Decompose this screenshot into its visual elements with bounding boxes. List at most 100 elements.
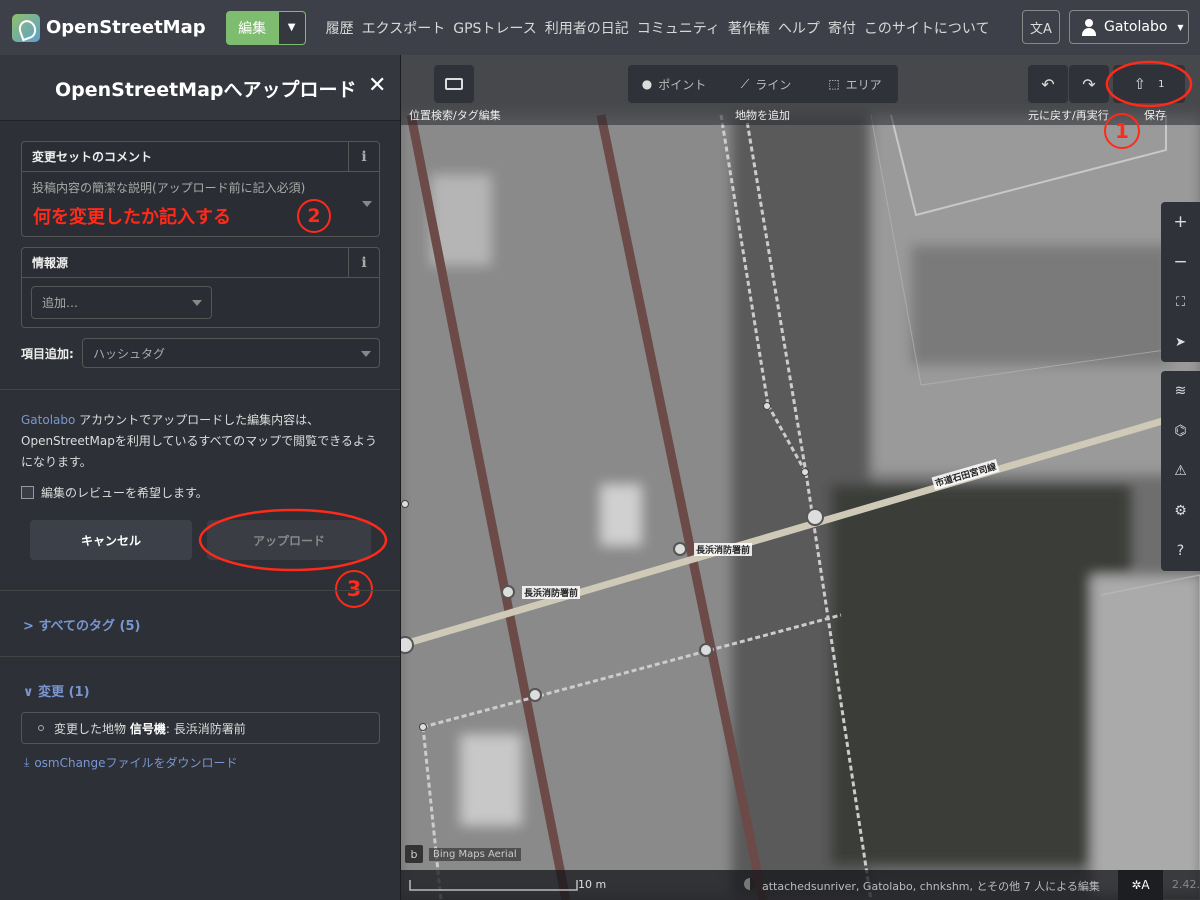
plus-icon: +	[1173, 212, 1188, 232]
undo-icon: ↶	[1041, 74, 1055, 94]
cancel-button[interactable]: キャンセル	[30, 520, 192, 560]
brand[interactable]: OpenStreetMap	[12, 13, 206, 42]
issues-pane-button[interactable]: ⚠	[1161, 451, 1200, 491]
upload-panel: OpenStreetMapへアップロード ✕ 変更セットのコメント i 投稿内容…	[0, 55, 401, 900]
map-controls: + − ⛶ ➤	[1161, 202, 1200, 362]
review-checkbox[interactable]	[21, 486, 34, 499]
account-link[interactable]: Gatolabo	[21, 413, 75, 427]
area-icon: ⬚	[828, 77, 840, 91]
aerial-imagery	[401, 55, 1200, 900]
nav-link-community[interactable]: コミュニティ	[637, 18, 720, 38]
edit-dropdown: 編集 ▼	[225, 10, 306, 45]
info-icon[interactable]: i	[348, 142, 379, 171]
geolocate-button[interactable]: ➤	[1161, 322, 1200, 362]
download-osmchange-link[interactable]: ⤓ osmChangeファイルをダウンロード	[24, 754, 238, 771]
panel-header: OpenStreetMapへアップロード ✕	[0, 55, 400, 121]
edit-button[interactable]: 編集	[225, 10, 279, 45]
translate-icon: 文A	[1030, 21, 1052, 37]
warning-icon: ⚠	[1174, 463, 1187, 479]
source-label: 情報源	[32, 256, 69, 270]
download-icon: ⤓	[24, 755, 30, 769]
annotation-number-2: 2	[297, 199, 331, 233]
user-avatar-icon	[1080, 18, 1098, 36]
comment-label: 変更セットのコメント	[32, 150, 153, 164]
redo-icon: ↷	[1082, 74, 1096, 94]
upload-info-message: アカウントでアップロードした編集内容は、OpenStreetMapを利用している…	[21, 413, 377, 469]
language-button[interactable]: 文A	[1022, 10, 1060, 44]
point-icon: ●	[641, 77, 653, 91]
change-dot-icon	[38, 725, 44, 731]
attribution-icon	[744, 878, 756, 890]
traffic-signal-icon[interactable]	[673, 542, 687, 556]
data-icon: ⌬	[1174, 423, 1187, 439]
upload-info-text: Gatolabo アカウントでアップロードした編集内容は、OpenStreetM…	[21, 410, 386, 473]
hashtag-label: 項目追加:	[21, 347, 74, 361]
preferences-pane-button[interactable]: ⚙	[1161, 491, 1200, 531]
location-arrow-icon: ➤	[1175, 334, 1186, 350]
traffic-signal-icon[interactable]	[699, 643, 713, 657]
annotation-instruction: 何を変更したか記入する	[33, 207, 231, 228]
user-settings-icon: ⚙	[1174, 503, 1187, 519]
review-label: 編集のレビューを希望します。	[41, 486, 208, 500]
signal-label: 長浜消防署前	[522, 586, 581, 599]
edit-caret-icon[interactable]: ▼	[278, 10, 306, 45]
traffic-signal-icon[interactable]	[528, 688, 542, 702]
zoom-out-button[interactable]: −	[1161, 242, 1200, 282]
osm-logo-icon	[12, 13, 40, 42]
add-line-button[interactable]: ⟋ ライン	[721, 65, 811, 103]
annotation-number-1: 1	[1104, 113, 1140, 149]
scale-bar[interactable]	[409, 878, 579, 892]
change-text: 変更した地物 信号機: 長浜消防署前	[54, 721, 246, 736]
nav-link-copyright[interactable]: 著作権	[728, 18, 770, 38]
review-request-row[interactable]: 編集のレビューを希望します。	[21, 484, 208, 501]
attribution-text[interactable]: attachedsunriver, Gatolabo, chnkshm, とその…	[762, 878, 1100, 894]
download-label: osmChangeファイルをダウンロード	[34, 756, 238, 770]
issue-report-icon[interactable]: ✲A	[1118, 870, 1163, 900]
info-icon[interactable]: i	[348, 248, 379, 277]
sidebar-toggle-icon	[445, 78, 463, 90]
changes-toggle[interactable]: ∨ 変更 (1)	[23, 681, 90, 700]
nav-link-gps[interactable]: GPSトレース	[453, 18, 536, 38]
sidebar-toggle-button[interactable]	[434, 65, 474, 103]
map-area[interactable]: 市道石田宮司線 長浜消防署前 長浜消防署前 位置検索/タグ編集 ● ポイント ⟋…	[401, 55, 1200, 900]
nav-link-export[interactable]: エクスポート	[362, 18, 446, 38]
chevron-down-icon	[362, 201, 372, 207]
user-name: Gatolabo	[1104, 19, 1168, 35]
close-icon[interactable]: ✕	[368, 73, 386, 98]
chevron-down-icon	[192, 300, 202, 306]
zoom-in-button[interactable]: +	[1161, 202, 1200, 242]
map-footer: 10 m attachedsunriver, Gatolabo, chnkshm…	[401, 870, 1200, 900]
map-data-pane-button[interactable]: ⌬	[1161, 411, 1200, 451]
add-line-label: ライン	[755, 77, 792, 92]
divider	[0, 389, 400, 390]
chevron-down-icon: ∨	[23, 685, 34, 700]
background-pane-button[interactable]: ≋	[1161, 371, 1200, 411]
add-point-button[interactable]: ● ポイント	[628, 65, 720, 103]
all-tags-toggle[interactable]: > すべてのタグ (5)	[23, 615, 140, 634]
nav-link-donate[interactable]: 寄付	[828, 18, 856, 38]
comment-textarea[interactable]: 投稿内容の簡潔な説明(アップロード前に記入必須)	[32, 179, 305, 196]
nav-link-help[interactable]: ヘルプ	[778, 18, 820, 38]
nav-link-about[interactable]: このサイトについて	[864, 18, 990, 38]
user-menu-button[interactable]: Gatolabo ▼	[1069, 10, 1189, 44]
divider	[0, 590, 400, 591]
version-label: 2.42.2	[1172, 878, 1200, 891]
undo-button[interactable]: ↶	[1028, 65, 1068, 103]
zoom-to-selection-button[interactable]: ⛶	[1161, 282, 1200, 322]
add-feature-label: 地物を追加	[735, 109, 790, 122]
hashtag-input[interactable]: ハッシュタグ	[82, 338, 380, 368]
source-combo[interactable]: 追加…	[31, 286, 212, 319]
help-pane-button[interactable]: ?	[1161, 531, 1200, 571]
chevron-right-icon: >	[23, 619, 34, 634]
add-area-button[interactable]: ⬚ エリア	[812, 65, 898, 103]
nav-link-diaries[interactable]: 利用者の日記	[545, 18, 629, 38]
zoom-selection-icon: ⛶	[1175, 294, 1186, 310]
change-item[interactable]: 変更した地物 信号機: 長浜消防署前	[21, 712, 380, 744]
hashtag-placeholder: ハッシュタグ	[93, 346, 166, 361]
signal-label: 長浜消防署前	[694, 543, 753, 556]
nav-link-history[interactable]: 履歴	[326, 18, 354, 38]
chevron-down-icon	[361, 351, 371, 357]
traffic-signal-icon[interactable]	[501, 585, 515, 599]
minus-icon: −	[1173, 252, 1188, 272]
map-panes: ≋ ⌬ ⚠ ⚙ ?	[1161, 371, 1200, 571]
